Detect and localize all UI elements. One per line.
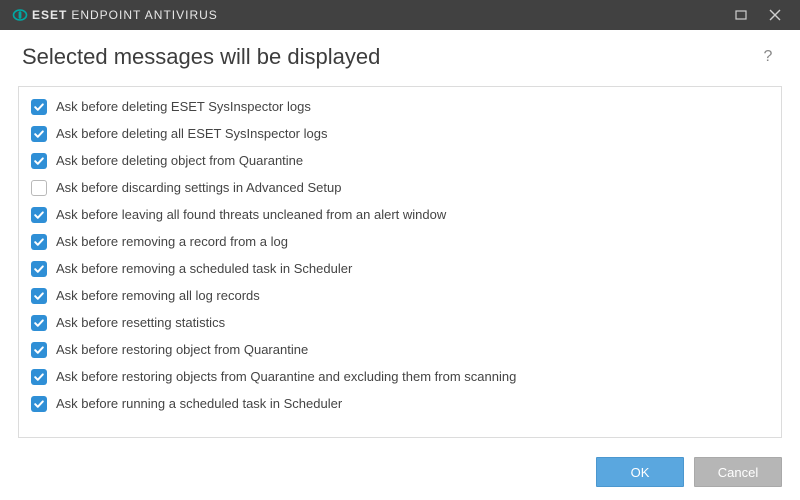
- brand-name: ESET: [32, 8, 67, 22]
- brand-logo-icon: [12, 7, 28, 23]
- window-close-button[interactable]: [758, 0, 792, 30]
- help-icon: ?: [764, 48, 773, 65]
- checkbox[interactable]: [31, 126, 47, 142]
- checkbox[interactable]: [31, 369, 47, 385]
- list-item[interactable]: Ask before resetting statistics: [29, 309, 773, 336]
- list-item-label: Ask before removing a scheduled task in …: [56, 261, 352, 276]
- checkbox[interactable]: [31, 261, 47, 277]
- list-item-label: Ask before resetting statistics: [56, 315, 225, 330]
- checkbox[interactable]: [31, 153, 47, 169]
- list-item[interactable]: Ask before running a scheduled task in S…: [29, 390, 773, 417]
- page-title: Selected messages will be displayed: [22, 44, 758, 70]
- checkbox[interactable]: [31, 342, 47, 358]
- dialog-footer: OK Cancel: [0, 444, 800, 500]
- minimize-icon: [735, 9, 747, 21]
- product-name: ENDPOINT ANTIVIRUS: [71, 8, 217, 22]
- list-item[interactable]: Ask before discarding settings in Advanc…: [29, 174, 773, 201]
- cancel-button[interactable]: Cancel: [694, 457, 782, 487]
- list-item[interactable]: Ask before restoring object from Quarant…: [29, 336, 773, 363]
- message-list-panel: Ask before deleting ESET SysInspector lo…: [18, 86, 782, 438]
- checkbox[interactable]: [31, 207, 47, 223]
- list-item[interactable]: Ask before leaving all found threats unc…: [29, 201, 773, 228]
- heading-row: Selected messages will be displayed ?: [0, 30, 800, 80]
- brand: ESET ENDPOINT ANTIVIRUS: [12, 7, 218, 23]
- list-item-label: Ask before removing all log records: [56, 288, 260, 303]
- cancel-button-label: Cancel: [718, 465, 758, 480]
- message-list-scroll[interactable]: Ask before deleting ESET SysInspector lo…: [19, 87, 781, 437]
- list-item[interactable]: Ask before restoring objects from Quaran…: [29, 363, 773, 390]
- window-minimize-button[interactable]: [724, 0, 758, 30]
- list-item[interactable]: Ask before removing a record from a log: [29, 228, 773, 255]
- checkbox[interactable]: [31, 315, 47, 331]
- list-item-label: Ask before deleting ESET SysInspector lo…: [56, 99, 311, 114]
- list-item-label: Ask before discarding settings in Advanc…: [56, 180, 341, 195]
- checkbox[interactable]: [31, 234, 47, 250]
- list-item-label: Ask before removing a record from a log: [56, 234, 288, 249]
- checkbox[interactable]: [31, 180, 47, 196]
- list-item-label: Ask before running a scheduled task in S…: [56, 396, 342, 411]
- checkbox[interactable]: [31, 288, 47, 304]
- close-icon: [769, 9, 781, 21]
- help-button[interactable]: ?: [758, 48, 778, 66]
- list-item[interactable]: Ask before removing all log records: [29, 282, 773, 309]
- list-item-label: Ask before leaving all found threats unc…: [56, 207, 446, 222]
- list-item[interactable]: Ask before deleting all ESET SysInspecto…: [29, 120, 773, 147]
- list-item-label: Ask before restoring objects from Quaran…: [56, 369, 516, 384]
- ok-button[interactable]: OK: [596, 457, 684, 487]
- list-item-label: Ask before restoring object from Quarant…: [56, 342, 308, 357]
- ok-button-label: OK: [631, 465, 650, 480]
- checkbox[interactable]: [31, 99, 47, 115]
- checkbox[interactable]: [31, 396, 47, 412]
- titlebar: ESET ENDPOINT ANTIVIRUS: [0, 0, 800, 30]
- list-item-label: Ask before deleting all ESET SysInspecto…: [56, 126, 327, 141]
- list-item-label: Ask before deleting object from Quaranti…: [56, 153, 303, 168]
- list-item[interactable]: Ask before deleting ESET SysInspector lo…: [29, 93, 773, 120]
- list-item[interactable]: Ask before removing a scheduled task in …: [29, 255, 773, 282]
- list-item[interactable]: Ask before deleting object from Quaranti…: [29, 147, 773, 174]
